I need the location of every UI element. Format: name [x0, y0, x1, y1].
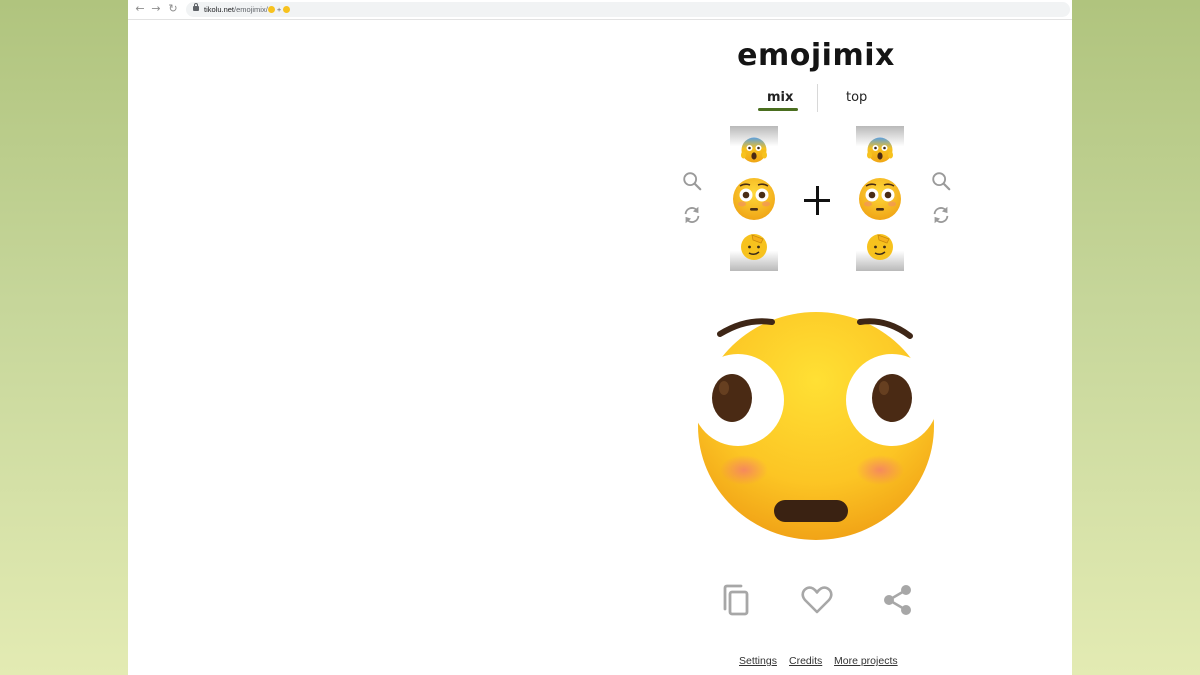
flushed-face-icon[interactable]: [857, 176, 903, 222]
browser-toolbar: ← → ↻ tikolu.net/emojimix/ +: [128, 0, 1072, 20]
flushed-face-icon[interactable]: [731, 176, 777, 222]
shuffle-icon[interactable]: [930, 204, 952, 226]
copy-icon[interactable]: [719, 583, 753, 617]
url-text: tikolu.net/emojimix/ +: [204, 3, 291, 16]
footer-credits-link[interactable]: Credits: [789, 655, 822, 667]
footer-settings-link[interactable]: Settings: [739, 655, 777, 667]
screaming-face-icon[interactable]: [740, 136, 768, 164]
footer-more-projects-link[interactable]: More projects: [834, 655, 898, 667]
url-emoji-icon: [267, 6, 275, 13]
tab-top[interactable]: top: [846, 90, 867, 105]
back-arrow-icon[interactable]: ←: [133, 2, 147, 16]
app-title: emojimix: [737, 38, 895, 73]
active-tab-indicator: [758, 108, 798, 111]
screaming-face-icon[interactable]: [866, 136, 894, 164]
share-icon[interactable]: [881, 583, 915, 617]
address-bar[interactable]: tikolu.net/emojimix/ +: [186, 2, 1070, 17]
tab-divider: [817, 84, 818, 112]
url-suffix: +: [274, 5, 284, 14]
search-icon[interactable]: [681, 170, 703, 192]
shuffle-icon[interactable]: [681, 204, 703, 226]
mixed-emoji-result: [694, 312, 938, 540]
tab-mix[interactable]: mix: [767, 90, 793, 105]
search-icon[interactable]: [930, 170, 952, 192]
saluting-face-icon[interactable]: [739, 232, 769, 262]
heart-icon[interactable]: [800, 583, 834, 617]
url-path: /emojimix/: [234, 5, 268, 14]
forward-arrow-icon[interactable]: →: [149, 2, 163, 16]
saluting-face-icon[interactable]: [865, 232, 895, 262]
url-emoji-icon: [283, 6, 291, 13]
right-emoji-reel[interactable]: [856, 126, 904, 271]
plus-operator-icon: [804, 184, 830, 216]
browser-window: ← → ↻ tikolu.net/emojimix/ + emojimix mi…: [128, 0, 1072, 675]
lock-icon: [193, 3, 199, 11]
url-domain: tikolu.net: [204, 5, 235, 14]
left-emoji-reel[interactable]: [730, 126, 778, 271]
reload-icon[interactable]: ↻: [166, 2, 180, 16]
